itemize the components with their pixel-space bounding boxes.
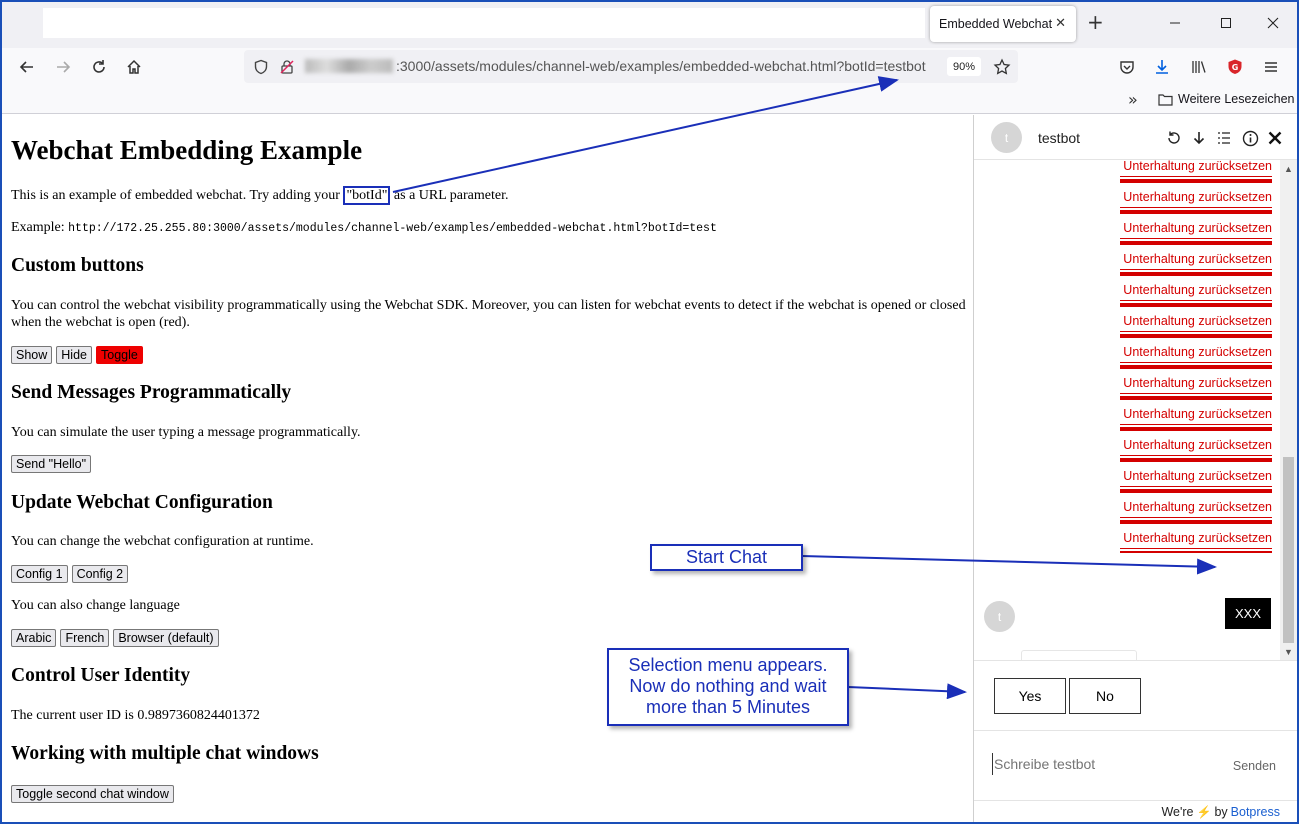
extension-shield-icon[interactable]: G <box>1224 56 1246 78</box>
info-icon[interactable] <box>1240 128 1260 148</box>
url-text[interactable]: :3000/assets/modules/channel-web/example… <box>396 58 926 74</box>
minimize-icon[interactable] <box>1165 10 1185 36</box>
quick-reply-area: Yes No <box>974 660 1298 730</box>
reset-conversation-message[interactable]: Unterhaltung zurücksetzen <box>1120 429 1272 460</box>
bot-message-bubble: Are you human? <box>1021 650 1137 660</box>
folder-icon <box>1158 93 1173 106</box>
menu-icon[interactable] <box>1260 56 1282 78</box>
intro-text: This is an example of embedded webchat. … <box>11 186 509 205</box>
scroll-thumb[interactable] <box>1283 457 1294 643</box>
heading-custom-buttons: Custom buttons <box>11 255 144 276</box>
chat-header: t testbot <box>974 115 1298 160</box>
toggle-button[interactable]: Toggle <box>96 346 143 364</box>
bookmarks-folder[interactable]: Weitere Lesezeichen <box>1158 92 1295 106</box>
language-text: You can also change language <box>11 598 180 613</box>
heading-user-identity: Control User Identity <box>11 665 191 686</box>
example-line: Example: http://172.25.255.80:3000/asset… <box>11 220 717 235</box>
hide-button[interactable]: Hide <box>56 346 92 364</box>
bookmark-star-icon[interactable] <box>991 56 1013 78</box>
maximize-icon[interactable] <box>1216 10 1236 36</box>
update-config-text: You can change the webchat configuration… <box>11 534 314 549</box>
reset-conversation-message[interactable]: Unterhaltung zurücksetzen <box>1120 491 1272 522</box>
botpress-link[interactable]: Botpress <box>1231 805 1280 819</box>
reset-conversation-message[interactable]: Unterhaltung zurücksetzen <box>1120 305 1272 336</box>
chevron-right-double-icon[interactable]: » <box>1128 90 1138 109</box>
user-id-text: The current user ID is 0.989736082440137… <box>11 708 260 723</box>
message-input[interactable] <box>992 753 1232 775</box>
library-icon[interactable] <box>1188 56 1210 78</box>
downloads-icon[interactable] <box>1151 56 1173 78</box>
tab-close-icon[interactable]: ✕ <box>1055 15 1066 31</box>
home-icon[interactable] <box>123 56 145 78</box>
botid-highlight: "botId" <box>343 186 391 205</box>
window-close-icon[interactable] <box>1263 10 1283 36</box>
reset-conversation-message[interactable]: Unterhaltung zurücksetzen <box>1120 212 1272 243</box>
new-tab-icon[interactable]: + <box>1087 12 1104 32</box>
reset-conversation-icon[interactable] <box>1164 128 1184 148</box>
lightning-icon: ⚡ <box>1196 804 1212 819</box>
composer: Senden <box>974 730 1298 800</box>
download-transcript-icon[interactable] <box>1189 128 1209 148</box>
shield-icon[interactable] <box>250 56 272 78</box>
reset-conversation-message[interactable]: Unterhaltung zurücksetzen <box>1120 274 1272 305</box>
browser-default-button[interactable]: Browser (default) <box>113 629 219 647</box>
config-1-button[interactable]: Config 1 <box>11 565 68 583</box>
heading-send-messages: Send Messages Programmatically <box>11 382 292 403</box>
heading-multi-windows: Working with multiple chat windows <box>11 743 319 764</box>
close-chat-icon[interactable] <box>1265 128 1285 148</box>
reload-icon[interactable] <box>88 56 110 78</box>
reset-conversation-message[interactable]: Unterhaltung zurücksetzen <box>1120 367 1272 398</box>
french-button[interactable]: French <box>60 629 110 647</box>
svg-text:G: G <box>1232 63 1239 72</box>
bot-name: testbot <box>1038 130 1081 146</box>
page-title: Webchat Embedding Example <box>11 135 363 165</box>
reset-conversation-message[interactable]: Unterhaltung zurücksetzen <box>1120 336 1272 367</box>
back-icon[interactable] <box>16 56 38 78</box>
show-button[interactable]: Show <box>11 346 53 364</box>
custom-buttons-text-2: when the webchat is open (red). <box>11 315 190 330</box>
reset-conversation-message[interactable]: Unterhaltung zurücksetzen <box>1120 398 1272 429</box>
send-hello-button[interactable]: Send "Hello" <box>11 455 92 473</box>
pocket-icon[interactable] <box>1116 56 1138 78</box>
tab-embedded-webchat[interactable]: Embedded Webchat ✕ <box>930 6 1076 42</box>
powered-by-footer: We're ⚡ by Botpress <box>974 800 1298 822</box>
choice-yes-button[interactable]: Yes <box>994 678 1066 714</box>
reset-conversation-message[interactable]: Unterhaltung zurücksetzen <box>1120 522 1272 553</box>
message-list: XXX t Are you human? Unterhaltung zurück… <box>974 160 1280 660</box>
scroll-up-icon[interactable]: ▲ <box>1282 162 1295 175</box>
send-messages-text: You can simulate the user typing a messa… <box>11 425 361 440</box>
config-2-button[interactable]: Config 2 <box>71 565 129 583</box>
xxx-button[interactable]: XXX <box>1225 598 1271 629</box>
heading-update-config: Update Webchat Configuration <box>11 492 273 513</box>
forward-icon[interactable] <box>52 56 74 78</box>
toggle-second-chat-button[interactable]: Toggle second chat window <box>11 785 174 803</box>
webchat-panel: t testbot XXX t Are you human? Unterhalt… <box>973 115 1298 822</box>
reset-conversation-message[interactable]: Unterhaltung zurücksetzen <box>1120 460 1272 491</box>
annotation-start-chat: Start Chat <box>650 544 803 571</box>
reset-conversation-message[interactable]: Unterhaltung zurücksetzen <box>1120 181 1272 212</box>
custom-buttons-text: You can control the webchat visibility p… <box>11 298 966 313</box>
insecure-lock-icon[interactable] <box>276 56 298 78</box>
reset-conversation-message[interactable]: Unterhaltung zurücksetzen <box>1120 160 1272 181</box>
bookmarks-bar <box>0 86 1299 114</box>
zoom-indicator[interactable]: 90% <box>947 57 981 76</box>
bot-avatar: t <box>991 122 1022 153</box>
scroll-down-icon[interactable]: ▼ <box>1282 645 1295 658</box>
choice-no-button[interactable]: No <box>1069 678 1141 714</box>
reset-conversation-message[interactable]: Unterhaltung zurücksetzen <box>1120 243 1272 274</box>
bookmarks-folder-label: Weitere Lesezeichen <box>1178 92 1295 106</box>
send-button[interactable]: Senden <box>1233 759 1276 773</box>
conversation-list-icon[interactable] <box>1214 128 1234 148</box>
tab-title: Embedded Webchat <box>939 17 1053 31</box>
message-scrollbar[interactable]: ▲ ▼ <box>1280 160 1297 660</box>
url-host-redacted <box>305 59 393 73</box>
tab-strip-empty <box>43 8 925 38</box>
bot-message-avatar: t <box>984 601 1015 632</box>
annotation-selection-menu: Selection menu appears. Now do nothing a… <box>607 648 849 726</box>
example-url: http://172.25.255.80:3000/assets/modules… <box>68 222 717 235</box>
arabic-button[interactable]: Arabic <box>11 629 57 647</box>
